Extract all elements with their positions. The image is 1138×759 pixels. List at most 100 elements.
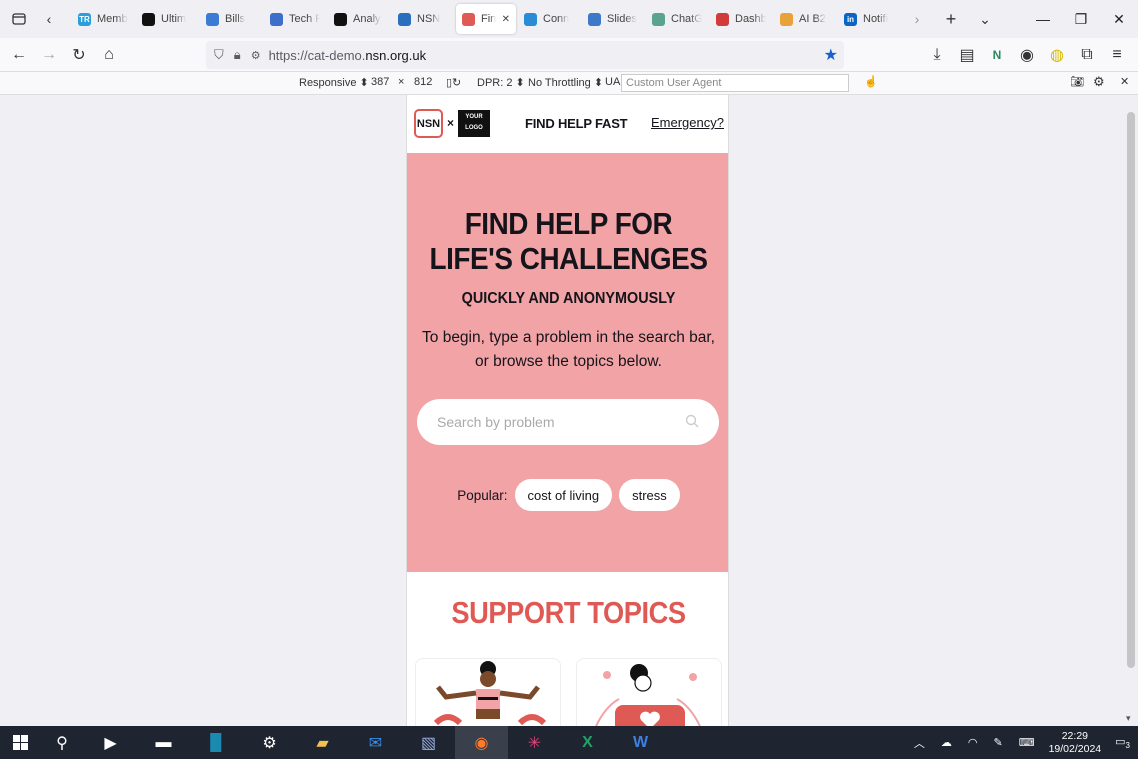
tab-label: Memb: [97, 13, 128, 25]
close-window-icon[interactable]: ✕: [1100, 0, 1138, 38]
close-tab-icon[interactable]: ✕: [502, 14, 510, 25]
viewport-height-input[interactable]: 812: [414, 76, 432, 88]
new-tab-icon[interactable]: +: [938, 6, 964, 32]
tab-label: Slides: [607, 13, 637, 25]
sidebar-icon[interactable]: ▤: [952, 40, 982, 70]
reload-icon[interactable]: ↻: [64, 40, 94, 70]
pen-icon[interactable]: ✎: [993, 736, 1002, 749]
url-host: nsn.org.uk: [365, 47, 427, 63]
terminal-icon[interactable]: ▬: [137, 726, 190, 759]
tab-label: Find: [481, 13, 496, 25]
tray-overflow-icon[interactable]: ︿: [914, 735, 925, 751]
tab-favicon-icon: [334, 12, 347, 26]
emergency-link[interactable]: Emergency?: [651, 115, 724, 130]
back-icon[interactable]: ←: [4, 40, 34, 70]
hero-description: To begin, type a problem in the search b…: [407, 326, 728, 374]
keyboard-icon[interactable]: ⌨: [1019, 736, 1035, 749]
restore-icon[interactable]: ❐: [1062, 0, 1100, 38]
excel-icon[interactable]: X: [561, 726, 614, 759]
browser-tab[interactable]: Bills: [200, 4, 262, 34]
list-all-tabs-icon[interactable]: ⌄: [972, 6, 998, 32]
lock-icon[interactable]: 🔒︎: [234, 47, 241, 63]
browser-tab[interactable]: Tech F: [264, 4, 326, 34]
tab-scroll-left-icon[interactable]: ‹: [36, 6, 62, 32]
browser-tab[interactable]: Slides: [582, 4, 644, 34]
viewport-width-input[interactable]: 387: [371, 76, 389, 88]
device-select[interactable]: Responsive ⬍: [299, 76, 369, 89]
responsive-toolbar: Responsive ⬍ 387 × 812 ▯↻ DPR: 2 ⬍ No Th…: [0, 72, 1138, 95]
user-agent-input[interactable]: Custom User Agent: [621, 74, 849, 92]
heart-illustration: [595, 664, 701, 726]
system-tray: ︿ ☁ ◠ ✎ ⌨ 22:29 19/02/2024 ▭3: [906, 726, 1138, 759]
url-bar[interactable]: ⛉ 🔒︎ ⚙ https://cat-demo. nsn.org.uk ★: [206, 41, 844, 69]
touch-simulation-icon[interactable]: ☝: [864, 75, 878, 88]
tab-scroll-right-icon[interactable]: ›: [904, 6, 930, 32]
app-teal-icon[interactable]: ▉: [190, 726, 243, 759]
nsn-logo[interactable]: NSN: [414, 109, 443, 138]
support-topics-heading: SUPPORT TOPICS: [451, 595, 686, 630]
downloads-icon[interactable]: ⤓: [922, 40, 952, 70]
tab-overview-icon[interactable]: [6, 6, 32, 32]
browser-tab[interactable]: Analy: [328, 4, 390, 34]
search-taskbar-icon[interactable]: ⚲: [40, 726, 84, 759]
browser-tab[interactable]: ChatG: [646, 4, 708, 34]
browser-tab[interactable]: Ultim: [136, 4, 198, 34]
hero-description-line2: or browse the topics below.: [475, 353, 662, 370]
extension-n-icon[interactable]: N: [982, 40, 1012, 70]
search-box[interactable]: [417, 399, 719, 445]
hero-section: FIND HELP FOR LIFE'S CHALLENGES QUICKLY …: [407, 153, 728, 572]
start-icon[interactable]: [0, 726, 40, 759]
wifi-icon[interactable]: ◠: [968, 736, 978, 749]
outlook-icon[interactable]: ✉: [349, 726, 402, 759]
tab-label: Ultim: [161, 13, 187, 25]
browser-tab[interactable]: Conn: [518, 4, 580, 34]
menu-icon[interactable]: ≡: [1102, 40, 1132, 70]
clock[interactable]: 22:29 19/02/2024: [1049, 730, 1102, 756]
account-icon[interactable]: ◉: [1012, 40, 1042, 70]
notepad-icon[interactable]: ▧: [402, 726, 455, 759]
extension-search-icon[interactable]: ◍: [1042, 40, 1072, 70]
tab-label: Dashb: [735, 13, 766, 25]
browser-tab[interactable]: AI B2: [774, 4, 836, 34]
browser-tab[interactable]: TR Memb: [72, 4, 134, 34]
throttling-select[interactable]: No Throttling ⬍: [528, 76, 603, 89]
browser-nav-bar: ← → ↻ ⌂ ⛉ 🔒︎ ⚙ https://cat-demo. nsn.org.…: [0, 38, 1138, 72]
topic-card[interactable]: [415, 658, 561, 726]
bookmark-star-icon[interactable]: ★: [824, 45, 838, 65]
browser-tab[interactable]: NSN: [392, 4, 454, 34]
extensions-icon[interactable]: ⧉: [1072, 40, 1102, 70]
rotate-icon[interactable]: ▯↻: [446, 76, 461, 89]
firefox-icon[interactable]: ◉: [455, 726, 508, 759]
browser-tab[interactable]: Dashb: [710, 4, 772, 34]
permissions-icon[interactable]: ⚙: [251, 49, 261, 62]
onedrive-icon[interactable]: ☁: [941, 736, 952, 749]
file-explorer-icon[interactable]: ▰: [296, 726, 349, 759]
word-icon[interactable]: W: [614, 726, 667, 759]
close-rdm-icon[interactable]: ✕: [1120, 75, 1129, 88]
notification-icon[interactable]: ▭3: [1115, 735, 1130, 750]
tab-favicon-icon: [780, 12, 793, 26]
browser-tab[interactable]: Find ✕: [456, 4, 516, 34]
tab-favicon-icon: [142, 12, 155, 26]
search-input[interactable]: [437, 414, 677, 430]
settings-icon[interactable]: ⚙: [1093, 74, 1105, 90]
home-icon[interactable]: ⌂: [94, 40, 124, 70]
dpr-select[interactable]: DPR: 2 ⬍: [477, 76, 525, 89]
slack-icon[interactable]: ✳: [508, 726, 561, 759]
search-icon[interactable]: [685, 414, 699, 428]
minimize-icon[interactable]: —: [1024, 0, 1062, 38]
topic-card[interactable]: [576, 658, 722, 726]
tab-label: ChatG: [671, 13, 702, 25]
tracking-protection-icon[interactable]: ⛉: [214, 47, 224, 63]
popular-chip-cost-of-living[interactable]: cost of living: [514, 479, 613, 511]
media-player-icon[interactable]: ▶: [84, 726, 137, 759]
partner-logo-line2: LOGO: [465, 125, 483, 131]
settings-taskbar-icon[interactable]: ⚙: [243, 726, 296, 759]
partner-logo: YOUR LOGO: [458, 110, 490, 137]
scroll-down-icon[interactable]: ▾: [1126, 713, 1131, 724]
forward-icon[interactable]: →: [34, 40, 64, 70]
scrollbar-thumb[interactable]: [1127, 112, 1135, 668]
popular-chip-stress[interactable]: stress: [619, 479, 680, 511]
screenshot-icon[interactable]: 📷︎: [1070, 75, 1084, 88]
browser-tab[interactable]: in Notifi: [838, 4, 900, 34]
